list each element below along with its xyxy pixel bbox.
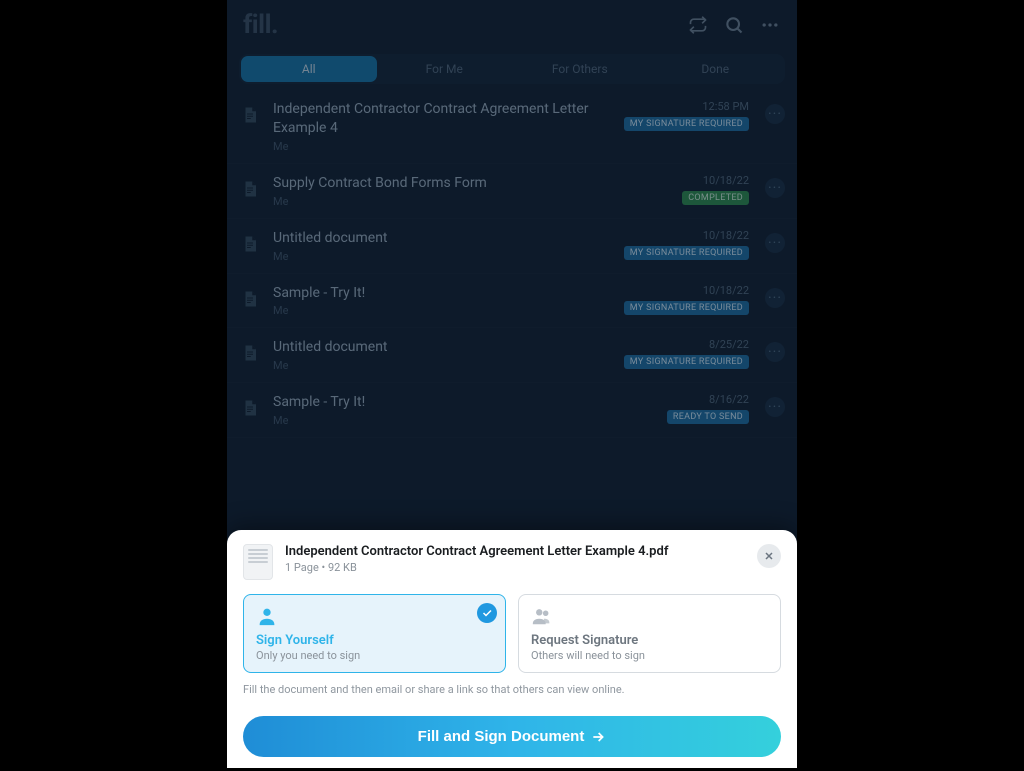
check-icon [477,603,497,623]
filter-tabs: AllFor MeFor OthersDone [239,54,785,84]
option-subtitle: Only you need to sign [256,649,493,662]
document-row[interactable]: Untitled document Me 8/25/22 MY SIGNATURE R… [227,328,797,383]
request-signature-option[interactable]: Request Signature Others will need to si… [518,594,781,673]
row-more-button[interactable]: ··· [765,288,785,308]
group-icon [531,605,553,627]
document-title: Supply Contract Bond Forms Form [273,174,670,193]
fill-and-sign-button[interactable]: Fill and Sign Document [243,716,781,757]
document-title: Sample - Try It! [273,393,655,412]
document-icon [241,288,261,314]
document-title: Sample - Try It! [273,284,612,303]
document-icon [241,178,261,204]
document-owner: Me [273,140,612,153]
option-title: Sign Yourself [256,633,493,648]
search-icon[interactable] [723,14,745,36]
row-more-button[interactable]: ··· [765,104,785,124]
document-date: 8/16/22 [709,393,749,406]
document-row[interactable]: Supply Contract Bond Forms Form Me 10/18/2… [227,164,797,219]
tab-all[interactable]: All [241,56,377,82]
document-owner: Me [273,359,612,372]
document-title: Independent Contractor Contract Agreemen… [273,100,612,138]
sheet-document-title: Independent Contractor Contract Agreemen… [285,544,745,559]
document-row[interactable]: Independent Contractor Contract Agreemen… [227,90,797,164]
user-icon [256,605,278,627]
row-more-button[interactable]: ··· [765,342,785,362]
status-badge: COMPLETED [682,191,749,205]
document-icon [243,544,273,580]
close-button[interactable] [757,544,781,568]
document-date: 12:58 PM [702,100,749,113]
status-badge: MY SIGNATURE REQUIRED [624,355,749,369]
sign-yourself-option[interactable]: Sign Yourself Only you need to sign [243,594,506,673]
document-row[interactable]: Sample - Try It! Me 8/16/22 READY TO SEND ··… [227,383,797,438]
option-subtitle: Others will need to sign [531,649,768,662]
status-badge: MY SIGNATURE REQUIRED [624,246,749,260]
tab-for-me[interactable]: For Me [377,56,513,82]
status-badge: MY SIGNATURE REQUIRED [624,301,749,315]
document-title: Untitled document [273,338,612,357]
document-row[interactable]: Untitled document Me 10/18/22 MY SIGNATURE … [227,219,797,274]
status-badge: MY SIGNATURE REQUIRED [624,117,749,131]
row-more-button[interactable]: ··· [765,397,785,417]
document-date: 10/18/22 [703,284,749,297]
document-owner: Me [273,195,670,208]
document-title: Untitled document [273,229,612,248]
document-icon [241,104,261,130]
tab-for-others[interactable]: For Others [512,56,648,82]
document-date: 8/25/22 [709,338,749,351]
document-date: 10/18/22 [703,174,749,187]
row-more-button[interactable]: ··· [765,233,785,253]
sync-icon[interactable] [687,14,709,36]
option-title: Request Signature [531,633,768,648]
app-logo: fill. [243,10,278,40]
document-list: Independent Contractor Contract Agreemen… [227,90,797,438]
status-badge: READY TO SEND [667,410,749,424]
document-owner: Me [273,414,655,427]
document-date: 10/18/22 [703,229,749,242]
document-owner: Me [273,304,612,317]
more-icon[interactable] [759,14,781,36]
row-more-button[interactable]: ··· [765,178,785,198]
document-icon [241,397,261,423]
document-owner: Me [273,250,612,263]
tab-done[interactable]: Done [648,56,784,82]
arrow-right-icon [590,729,606,745]
action-sheet: Independent Contractor Contract Agreemen… [227,530,797,768]
document-icon [241,233,261,259]
sheet-document-meta: 1 Page • 92 KB [285,561,745,574]
document-row[interactable]: Sample - Try It!Me 10/18/22 MY SIGNATURE R… [227,274,797,329]
document-icon [241,342,261,368]
cta-label: Fill and Sign Document [418,728,585,745]
help-text: Fill the document and then email or shar… [227,681,797,704]
